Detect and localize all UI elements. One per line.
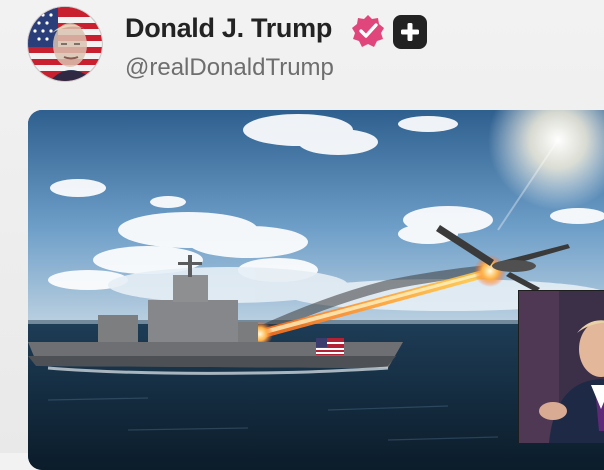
- avatar[interactable]: [28, 7, 102, 81]
- inset-video-thumbnail[interactable]: [518, 290, 604, 444]
- display-name[interactable]: Donald J. Trump: [125, 13, 332, 44]
- plus-badge-icon: [393, 15, 427, 49]
- post-header: Donald J. Trump @realDonaldTrump: [0, 0, 604, 100]
- flag-portrait-icon: [28, 7, 102, 81]
- post-media[interactable]: [28, 110, 604, 470]
- handle[interactable]: @realDonaldTrump: [125, 54, 334, 82]
- person-thumbnail-icon: [519, 291, 604, 443]
- verified-badge-icon: [350, 13, 386, 49]
